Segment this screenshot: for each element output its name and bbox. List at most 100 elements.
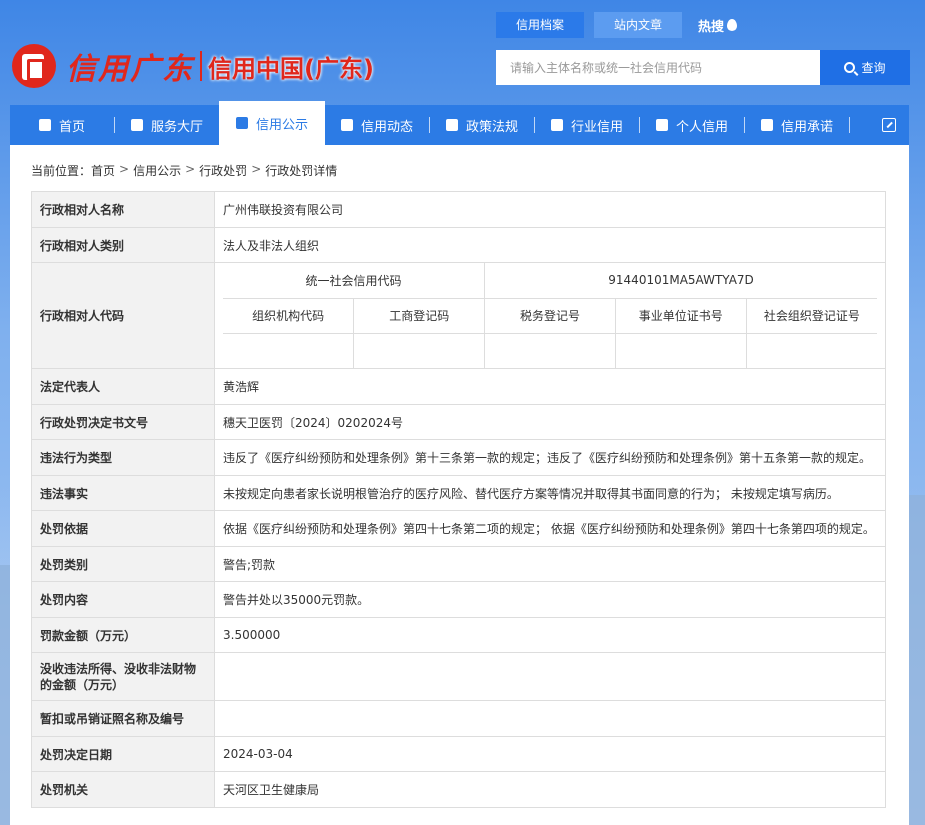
sub-code-value xyxy=(353,333,486,368)
field-label: 行政处罚决定书文号 xyxy=(31,404,215,440)
field-value-facts: 未按规定向患者家长说明根管治疗的医疗风险、替代医疗方案等情况并取得其书面同意的行… xyxy=(214,475,886,511)
nav-item-home[interactable]: 首页 xyxy=(10,105,114,145)
uscc-value: 91440101MA5AWTYA7D xyxy=(484,263,877,299)
penalty-detail-table: 行政相对人名称 广州伟联投资有限公司 行政相对人类别 法人及非法人组织 行政相对… xyxy=(31,191,886,808)
field-value-license xyxy=(214,700,886,737)
field-value-penalty-type: 警告;罚款 xyxy=(214,546,886,582)
field-label: 处罚依据 xyxy=(31,510,215,547)
breadcrumb-separator: > xyxy=(119,162,130,176)
tab-site-articles[interactable]: 站内文章 xyxy=(594,12,683,38)
hot-search-label: 热搜 xyxy=(698,19,725,35)
sub-code-value xyxy=(484,333,616,368)
field-label: 罚款金额（万元） xyxy=(31,617,215,653)
logo-script-text: 信用广东 xyxy=(66,52,194,87)
field-label: 处罚类别 xyxy=(31,546,215,582)
table-row: 处罚决定日期 2024-03-04 xyxy=(31,736,886,772)
field-label: 没收违法所得、没收非法财物的金额（万元） xyxy=(31,652,215,701)
field-label: 处罚机关 xyxy=(31,771,215,808)
nav-item-credit-news[interactable]: 信用动态 xyxy=(325,105,429,145)
nav-item-label: 个人信用 xyxy=(675,119,728,135)
code-subtable-cell: 统一社会信用代码 91440101MA5AWTYA7D 组织机构代码 工商登记码… xyxy=(214,262,886,369)
table-row: 行政相对人代码 统一社会信用代码 91440101MA5AWTYA7D 组织机构… xyxy=(31,262,886,369)
breadcrumb: 当前位置： 首页 > 信用公示 > 行政处罚 > 行政处罚详情 xyxy=(31,162,337,179)
site-logo[interactable]: 信用广东 信用中国(广东) xyxy=(10,44,374,88)
search-button-label: 查询 xyxy=(861,61,886,75)
uscc-label: 统一社会信用代码 xyxy=(223,263,486,299)
breadcrumb-penalty[interactable]: 行政处罚 xyxy=(199,162,247,179)
breadcrumb-home[interactable]: 首页 xyxy=(91,162,115,179)
nav-item-label: 信用动态 xyxy=(360,119,413,135)
field-label: 处罚决定日期 xyxy=(31,736,215,772)
table-row: 行政相对人类别 法人及非法人组织 xyxy=(31,227,886,263)
nav-item-label: 服务大厅 xyxy=(150,119,203,135)
table-row: 处罚内容 警告并处以35000元罚款。 xyxy=(31,581,886,618)
table-row: 违法事实 未按规定向患者家长说明根管治疗的医疗风险、替代医疗方案等情况并取得其书… xyxy=(31,475,886,511)
sub-code-header: 组织机构代码 xyxy=(223,298,355,334)
main-nav: 首页 服务大厅 信用公示 信用动态 政策法规 行业信用 个人信用 信用承诺 xyxy=(10,101,909,145)
nav-item-service-hall[interactable]: 服务大厅 xyxy=(115,105,219,145)
nav-item-label: 信用公示 xyxy=(255,117,308,133)
field-value-fine: 3.500000 xyxy=(214,617,886,653)
table-row: 没收违法所得、没收非法财物的金额（万元） xyxy=(31,652,886,701)
grid-icon xyxy=(130,119,143,131)
nav-item-credit-commitment[interactable]: 信用承诺 xyxy=(745,105,849,145)
table-row: 罚款金额（万元） 3.500000 xyxy=(31,617,886,653)
breadcrumb-separator: > xyxy=(185,162,196,176)
search-type-tabs: 信用档案 站内文章 热搜 xyxy=(496,12,738,38)
shield-icon xyxy=(760,119,773,131)
sub-code-value xyxy=(746,333,877,368)
field-label: 行政相对人代码 xyxy=(31,262,215,369)
field-label: 暂扣或吊销证照名称及编号 xyxy=(31,700,215,737)
nav-item-policy[interactable]: 政策法规 xyxy=(430,105,534,145)
nav-item-label: 信用承诺 xyxy=(780,119,833,135)
search-bar: 查询 xyxy=(496,50,910,85)
expand-icon xyxy=(882,118,896,132)
search-button[interactable]: 查询 xyxy=(820,50,910,85)
table-row: 处罚依据 依据《医疗纠纷预防和处理条例》第四十七条第二项的规定； 依据《医疗纠纷… xyxy=(31,510,886,547)
nav-item-label: 首页 xyxy=(58,119,85,135)
main-content: 当前位置： 首页 > 信用公示 > 行政处罚 > 行政处罚详情 行政相对人名称 … xyxy=(10,145,909,825)
table-row: 处罚机关 天河区卫生健康局 xyxy=(31,771,886,808)
field-value-legal-rep: 黄浩辉 xyxy=(214,368,886,405)
field-value-violation-type: 违反了《医疗纠纷预防和处理条例》第十三条第一款的规定；违反了《医疗纠纷预防和处理… xyxy=(214,439,886,476)
logo-divider xyxy=(200,51,202,81)
id-card-icon xyxy=(655,119,668,131)
sub-code-value xyxy=(223,333,355,368)
tab-credit-archive[interactable]: 信用档案 xyxy=(496,12,585,38)
field-label: 违法事实 xyxy=(31,475,215,511)
nav-divider xyxy=(849,117,850,133)
field-value-category: 法人及非法人组织 xyxy=(214,227,886,263)
search-icon xyxy=(844,62,856,73)
field-value-basis: 依据《医疗纠纷预防和处理条例》第四十七条第二项的规定； 依据《医疗纠纷预防和处理… xyxy=(214,510,886,547)
table-row: 行政处罚决定书文号 穗天卫医罚〔2024〕0202024号 xyxy=(31,404,886,440)
expand-button[interactable] xyxy=(869,105,909,145)
breadcrumb-separator: > xyxy=(251,162,262,176)
sub-code-header: 税务登记号 xyxy=(484,298,616,334)
field-value-authority: 天河区卫生健康局 xyxy=(214,771,886,808)
breadcrumb-credit-publicity[interactable]: 信用公示 xyxy=(133,162,181,179)
nav-item-credit-publicity[interactable]: 信用公示 xyxy=(219,101,325,145)
table-row: 违法行为类型 违反了《医疗纠纷预防和处理条例》第十三条第一款的规定；违反了《医疗… xyxy=(31,439,886,476)
nav-item-label: 行业信用 xyxy=(570,119,623,135)
search-input[interactable] xyxy=(496,50,820,85)
sub-code-header: 工商登记码 xyxy=(353,298,486,334)
logo-title: 信用中国(广东) xyxy=(208,54,374,83)
field-value-penalty-content: 警告并处以35000元罚款。 xyxy=(214,581,886,618)
breadcrumb-prefix: 当前位置： xyxy=(31,164,92,178)
field-value-name: 广州伟联投资有限公司 xyxy=(214,191,886,228)
field-value-confiscation xyxy=(214,652,886,701)
nav-item-label: 政策法规 xyxy=(465,119,518,135)
field-label: 法定代表人 xyxy=(31,368,215,405)
table-row: 处罚类别 警告;罚款 xyxy=(31,546,886,582)
sub-code-header: 事业单位证书号 xyxy=(615,298,747,334)
field-label: 处罚内容 xyxy=(31,581,215,618)
monitor-icon xyxy=(235,117,248,129)
nav-item-personal-credit[interactable]: 个人信用 xyxy=(640,105,744,145)
fire-icon xyxy=(727,19,738,31)
hot-search-link[interactable]: 热搜 xyxy=(698,16,738,35)
nav-item-industry-credit[interactable]: 行业信用 xyxy=(535,105,639,145)
sub-code-header: 社会组织登记证号 xyxy=(746,298,877,334)
logo-emblem-icon xyxy=(10,44,58,88)
code-subtable: 统一社会信用代码 91440101MA5AWTYA7D 组织机构代码 工商登记码… xyxy=(223,263,877,368)
field-label: 违法行为类型 xyxy=(31,439,215,476)
